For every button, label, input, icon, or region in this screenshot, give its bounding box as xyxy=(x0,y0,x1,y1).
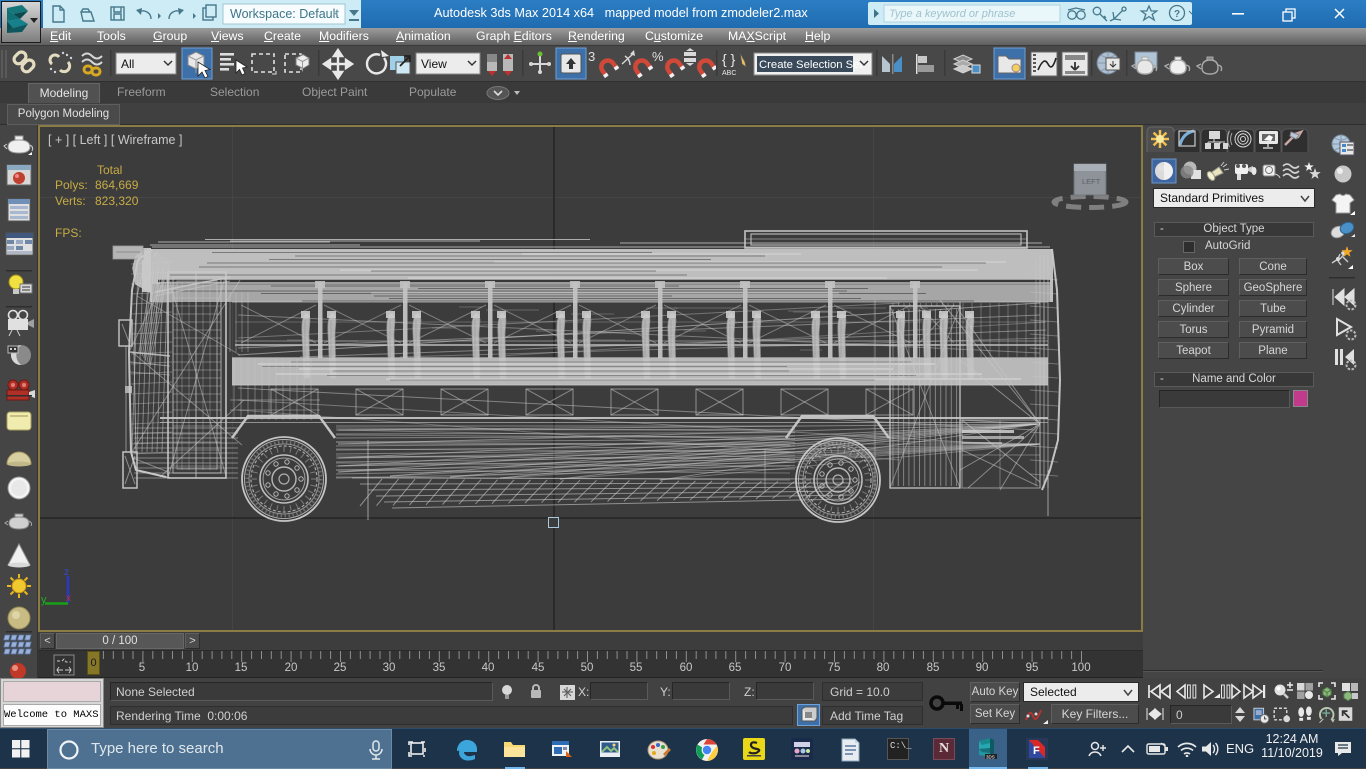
svg-text:Type a keyword or phrase: Type a keyword or phrase xyxy=(889,8,1015,20)
svg-text:y: y xyxy=(41,594,47,606)
svg-text:View: View xyxy=(421,57,447,71)
svg-text:3DS: 3DS xyxy=(986,755,995,760)
svg-text:All: All xyxy=(121,57,134,71)
svg-text:3: 3 xyxy=(588,49,595,64)
svg-text:Create Selection Set: Create Selection Set xyxy=(759,59,863,71)
svg-text:z: z xyxy=(64,567,69,578)
svg-text:?: ? xyxy=(1174,9,1180,20)
svg-text:LEFT: LEFT xyxy=(1082,177,1101,186)
svg-text:{ }: { } xyxy=(722,51,736,67)
svg-text:ABC: ABC xyxy=(722,70,736,77)
svg-text:Workspace: Default: Workspace: Default xyxy=(230,7,339,21)
svg-text:x: x xyxy=(66,593,71,604)
svg-text:F: F xyxy=(1033,745,1040,757)
svg-text:%: % xyxy=(652,49,664,64)
